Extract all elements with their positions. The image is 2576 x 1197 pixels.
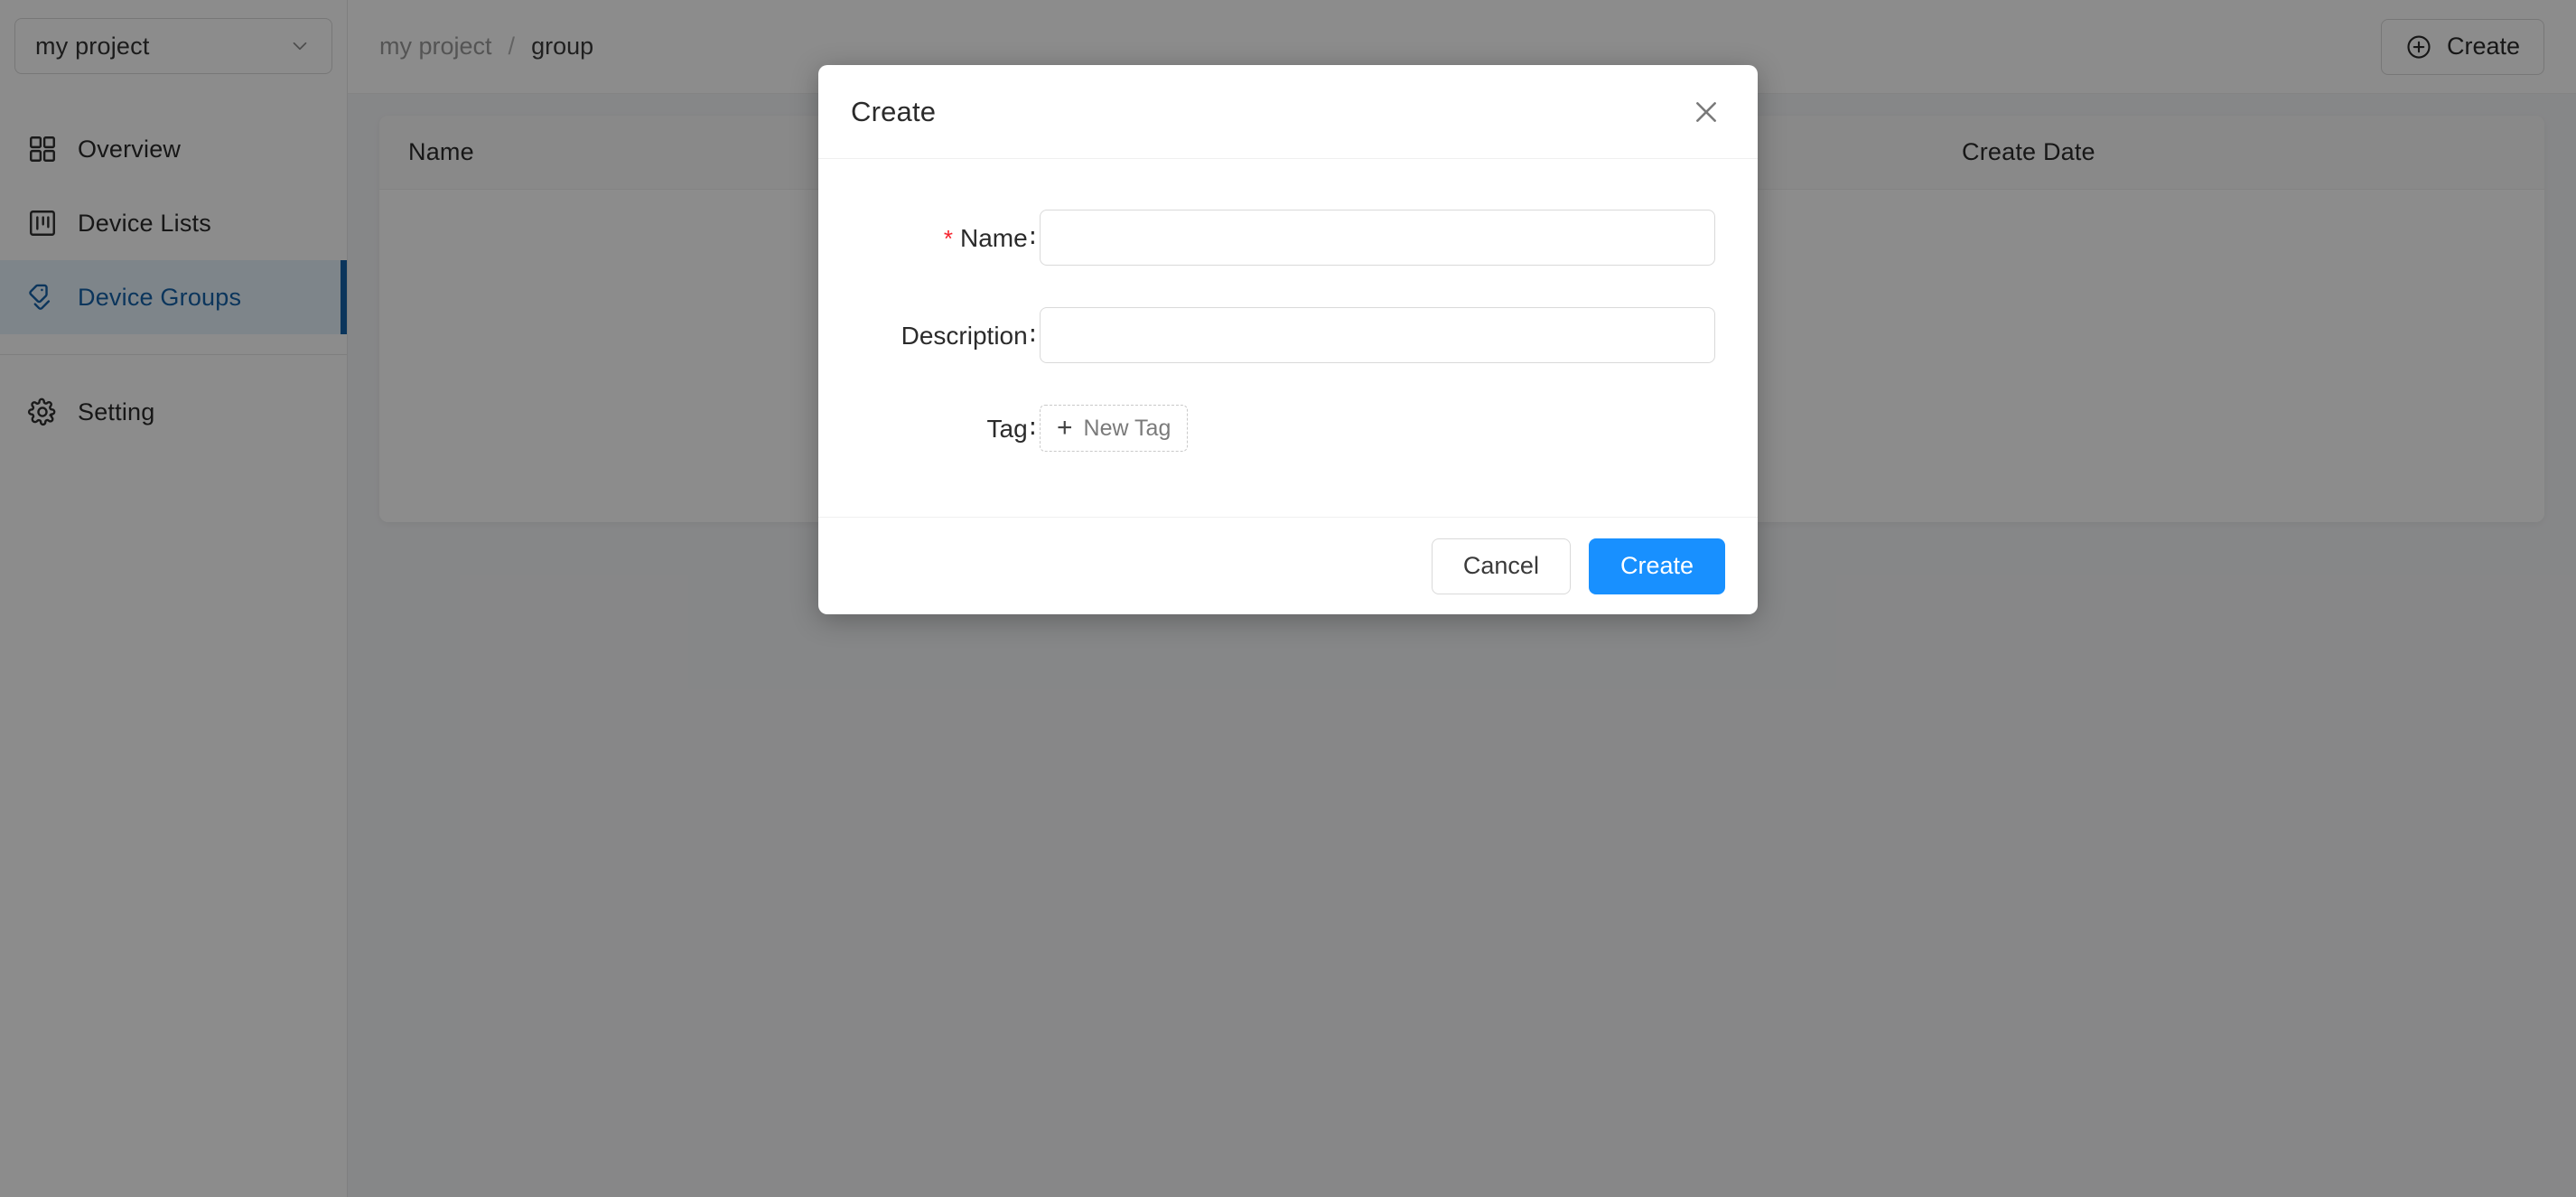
form-row-name: * Name∶ xyxy=(818,210,1758,266)
form-row-description: Description∶ xyxy=(818,307,1758,363)
description-label-text: Description xyxy=(901,321,1028,350)
tag-label-text: Tag xyxy=(986,414,1028,443)
cancel-button[interactable]: Cancel xyxy=(1431,538,1571,594)
plus-icon: + xyxy=(1057,413,1073,443)
name-field-label: * Name∶ xyxy=(818,223,1040,253)
tag-label-colon: ∶ xyxy=(1029,414,1036,443)
required-asterisk: * xyxy=(943,224,953,252)
tag-field-label: Tag∶ xyxy=(818,414,1040,444)
new-tag-button-label: New Tag xyxy=(1083,415,1171,441)
tag-control: + New Tag xyxy=(1040,405,1189,452)
description-input[interactable] xyxy=(1040,307,1715,363)
description-label-colon: ∶ xyxy=(1029,321,1036,350)
create-group-modal: Create * Name∶ Description∶ Tag∶ + New T… xyxy=(818,65,1758,614)
modal-title: Create xyxy=(851,95,937,127)
close-icon[interactable] xyxy=(1687,93,1725,131)
modal-footer: Cancel Create xyxy=(818,517,1758,614)
name-label-colon: ∶ xyxy=(1029,223,1036,252)
modal-create-button[interactable]: Create xyxy=(1588,538,1725,594)
modal-body: * Name∶ Description∶ Tag∶ + New Tag xyxy=(818,159,1758,517)
name-input[interactable] xyxy=(1040,210,1715,266)
modal-header: Create xyxy=(818,65,1758,159)
form-row-tag: Tag∶ + New Tag xyxy=(818,405,1758,452)
new-tag-button[interactable]: + New Tag xyxy=(1040,405,1189,452)
description-field-label: Description∶ xyxy=(818,321,1040,351)
name-label-text: Name xyxy=(960,223,1028,252)
